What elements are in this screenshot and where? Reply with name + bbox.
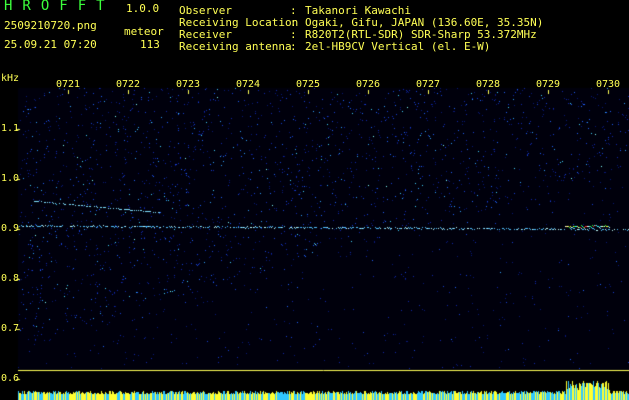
time-tick: 0727 <box>416 79 441 90</box>
freq-tick: 0.8 <box>1 273 20 284</box>
time-tick: 0721 <box>56 79 81 90</box>
info-label-antenna: Receiving antenna <box>179 40 292 53</box>
time-tick: 0726 <box>356 79 381 90</box>
freq-tick: 1.0 <box>1 173 20 184</box>
spectrogram-canvas <box>0 0 629 400</box>
freq-unit-label: kHz <box>1 73 20 84</box>
file-name: 2509210720.png <box>4 19 97 32</box>
info-value-antenna: 2el-HB9CV Vertical (el. E-W) <box>305 40 491 53</box>
time-tick: 0723 <box>176 79 201 90</box>
freq-tick: 0.7 <box>1 323 20 334</box>
count-value: 113 <box>140 38 160 51</box>
app-version: 1.0.0 <box>126 2 160 15</box>
time-tick: 0730 <box>596 79 621 90</box>
freq-tick: 0.9 <box>1 223 20 234</box>
app-title: HROFFT <box>4 0 115 14</box>
timestamp: 25.09.21 07:20 <box>4 38 97 51</box>
time-tick: 0729 <box>536 79 561 90</box>
time-tick: 0724 <box>236 79 261 90</box>
count-label: meteor <box>124 25 164 38</box>
time-tick: 0728 <box>476 79 501 90</box>
info-separator: : <box>290 40 297 53</box>
time-tick: 0722 <box>116 79 141 90</box>
time-tick: 0725 <box>296 79 321 90</box>
freq-tick: 0.6 <box>1 373 20 384</box>
freq-tick: 1.1 <box>1 123 20 134</box>
